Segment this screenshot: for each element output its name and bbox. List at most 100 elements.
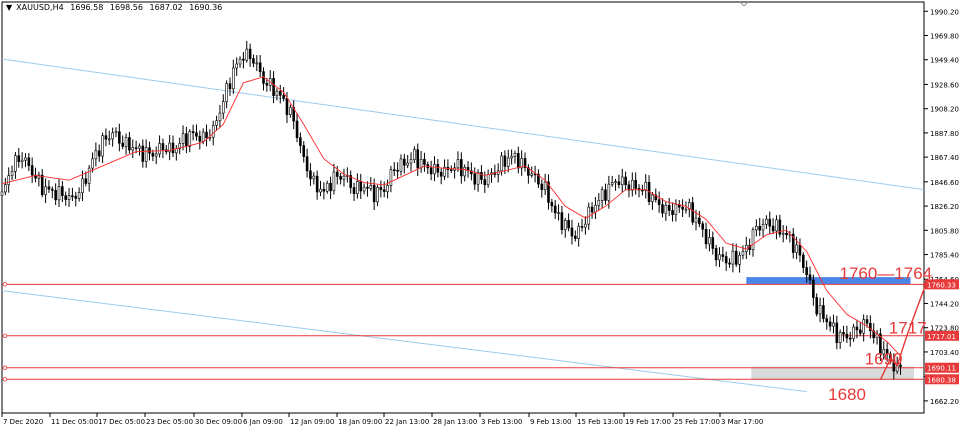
candle-body [681,206,684,210]
candle-body [506,157,510,167]
price-badge-label-1760.33: 1760.33 [927,281,956,289]
candle-body [171,142,175,154]
candle-body [795,244,798,253]
candle-body [124,137,128,147]
x-tick-label: 17 Dec 05:00 [98,418,145,426]
candle-body [258,62,262,72]
candle-body [718,254,721,261]
candle-body [631,179,634,191]
annotation-1760—1764: 1760—1764 [840,264,933,283]
level-anchor-1690.11 [2,365,8,370]
candle-body [211,125,215,138]
candle-body [808,274,812,281]
candle-body [225,83,228,102]
x-tick-label: 28 Jan 13:00 [433,418,477,426]
candle-body [563,220,567,230]
level-anchor-1717.01 [2,333,8,338]
chart-window: ▼ XAUUSD,H4 1696.58 1698.56 1687.02 1690.… [0,0,960,429]
annotation-1690: 1690 [865,349,903,368]
candle-body [423,158,426,165]
candle-body [322,188,326,192]
candle-body [530,173,534,176]
candle-body [845,333,849,339]
candle-body [185,133,188,147]
candle-body [610,182,614,185]
candle-body [862,319,865,334]
x-tick-label: 3 Feb 13:00 [481,418,522,426]
candle-body [413,149,416,160]
candle-body [64,195,68,200]
x-tick-label: 9 Feb 13:00 [530,418,571,426]
candle-body [694,217,698,223]
channel-line-2 [1,290,807,393]
candle-body [154,153,158,157]
candle-body [275,90,279,96]
candle-body [671,210,674,216]
candle-body [382,189,386,192]
x-tick-label: 30 Dec 09:00 [195,418,242,426]
candle-body [131,147,135,151]
x-tick-label: 23 Dec 05:00 [146,418,193,426]
candle-body [97,150,101,157]
candle-body [111,132,114,140]
candle-body [761,224,765,231]
candle-body [356,181,359,194]
y-tick-label-1969.80: 1969.80 [930,32,959,40]
candle-body [597,200,601,206]
annotation-1717: 1717 [889,318,927,337]
candle-body [704,228,708,245]
candle-body [570,227,574,237]
candle-body [272,78,275,96]
candle-body [419,158,423,169]
price-chart[interactable]: 1760—1764 1717 1690 1680 1990.20 1969.80 1949.… [0,0,960,429]
candle-body [372,185,376,203]
candle-body [560,212,564,230]
candle-body [228,83,232,90]
candle-body [148,147,151,154]
x-tick-label: 15 Feb 13:00 [577,418,623,426]
candle-body [865,319,869,324]
candle-body [607,183,611,201]
candle-body [855,326,859,331]
candle-body [50,188,54,191]
candle-body [74,195,78,199]
candle-body [201,131,205,142]
candle-body [600,189,604,201]
candle-body [473,173,477,185]
candle-body [30,165,34,176]
candle-body [114,131,118,134]
candle-body [17,155,21,163]
y-tick-label-1805.80: 1805.80 [930,227,959,235]
candle-body [315,175,319,193]
candle-body [775,219,778,232]
candle-body [332,171,336,192]
candle-body [852,326,855,339]
plot-frame [1,1,925,414]
candle-body [235,63,238,69]
candle-body [825,318,829,323]
candle-body [289,107,292,115]
candle-body [503,155,507,167]
candle-body [483,179,487,186]
candle-body [403,158,406,166]
x-tick-label: 12 Jan 09:00 [290,418,334,426]
candle-body [460,159,463,177]
candle-body [376,187,379,203]
candle-body [822,305,825,320]
candle-body [245,48,249,61]
candle-body [708,237,711,245]
x-tick-label: 3 Mar 17:00 [721,418,763,426]
candle-body [574,235,577,239]
x-tick-label: 6 Jan 09:00 [243,418,283,426]
candle-body [329,182,332,192]
candle-body [584,223,587,228]
candle-body [594,204,597,213]
y-tick-label-1846.60: 1846.60 [930,179,959,187]
candle-body [339,176,342,180]
candle-body [577,226,580,239]
candle-body [429,167,433,175]
candle-body [299,137,302,146]
candle-body [205,131,208,139]
candle-body [620,176,624,186]
candle-body [540,183,544,191]
